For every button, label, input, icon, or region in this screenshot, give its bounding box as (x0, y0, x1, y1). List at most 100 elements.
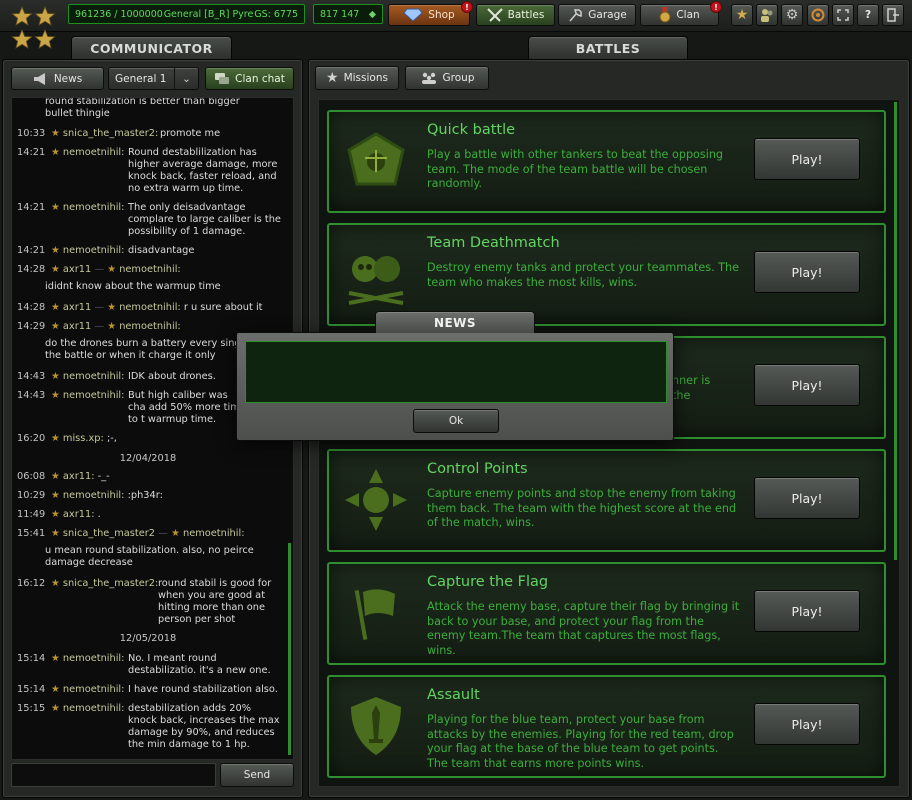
group-tab[interactable]: Group (405, 66, 489, 90)
experience-display: 961236 / 1000000 General [B_R] Pyre GS: … (68, 4, 305, 24)
message-sender[interactable]: nemoetnihil: (63, 202, 125, 213)
friends-button[interactable] (756, 4, 778, 26)
flag-icon (354, 589, 395, 640)
mode-title: Team Deathmatch (427, 235, 560, 251)
help-button[interactable]: ? (857, 4, 879, 26)
message-sender[interactable]: axr11 (63, 264, 91, 275)
settings-button[interactable]: ⚙ (781, 4, 803, 26)
battle-mode-card-capture-the-flag[interactable]: Capture the Flag Attack the enemy base, … (327, 562, 886, 665)
chat-scrollbar[interactable] (288, 543, 291, 755)
message-recipient[interactable]: nemoetnihil: (119, 321, 181, 332)
battle-mode-card-control-points[interactable]: Control Points Capture enemy points and … (327, 449, 886, 552)
message-sender[interactable]: miss.xp: (63, 433, 104, 444)
battle-mode-card-assault[interactable]: Assault Playing for the blue team, prote… (327, 675, 886, 778)
message-sender[interactable]: nemoetnihil: (63, 653, 125, 664)
fullscreen-icon (837, 9, 849, 21)
message-time: 14:21 (17, 147, 46, 158)
favorites-button[interactable]: ★ (731, 4, 753, 26)
rank-icon: ★ (51, 147, 60, 158)
message-recipient[interactable]: nemoetnihil: (119, 264, 181, 275)
clan-button[interactable]: Clan ! (640, 1, 722, 26)
message-sender[interactable]: nemoetnihil: (63, 245, 125, 256)
message-sender[interactable]: nemoetnihil: (63, 703, 125, 714)
exit-button[interactable] (882, 4, 904, 26)
mode-description: Playing for the blue team, protect your … (427, 713, 734, 770)
star-icon (11, 28, 33, 49)
message-sender[interactable]: nemoetnihil: (63, 390, 125, 401)
news-dialog: Ok (236, 332, 674, 441)
sound-button[interactable] (807, 4, 829, 26)
star-icon (34, 28, 56, 49)
message-sender[interactable]: axr11: (63, 471, 95, 482)
rank-icon: ★ (51, 321, 60, 332)
rank-name: General [B_R] Pyre (163, 8, 254, 20)
send-button[interactable]: Send (220, 763, 294, 787)
message-text: round stabil is good for when you are go… (158, 578, 272, 625)
mode-title: Control Points (427, 461, 528, 477)
message-time: 14:28 (17, 264, 46, 275)
play-label: Play! (791, 603, 823, 619)
message-recipient[interactable]: nemoetnihil: (183, 528, 245, 539)
rank-icon: ★ (107, 302, 117, 313)
group-icon (421, 72, 436, 84)
rank-icon: ★ (51, 202, 60, 213)
rank-icon: ★ (51, 684, 60, 695)
crystals-display: 817 147 ◆ (313, 4, 383, 24)
message-time: 14:43 (17, 390, 46, 401)
play-button[interactable]: Play! (754, 364, 860, 406)
play-button[interactable]: Play! (754, 703, 860, 745)
news-tab[interactable]: News (11, 67, 104, 90)
rank-icon: ★ (107, 321, 117, 332)
shop-button[interactable]: Shop ! (388, 1, 473, 26)
message-recipient[interactable]: nemoetnihil: (119, 302, 181, 313)
news-content-area[interactable] (245, 341, 667, 403)
rank-icon: ★ (51, 390, 60, 401)
message-sender[interactable]: axr11 (63, 302, 91, 313)
message-sender[interactable]: nemoetnihil: (63, 371, 125, 382)
star-icon (11, 5, 33, 26)
message-time: 15:41 (17, 528, 46, 539)
message-sender[interactable]: snica_the_master2: (63, 578, 158, 589)
play-button[interactable]: Play! (754, 477, 860, 519)
battles-button[interactable]: Battles (476, 4, 555, 26)
rank-icon: ★ (51, 245, 60, 256)
rank-insignia (10, 5, 60, 52)
message-sender[interactable]: nemoetnihil: (63, 490, 125, 501)
message-time: 16:12 (17, 578, 46, 589)
chat-input-field[interactable] (11, 763, 216, 787)
message-sender[interactable]: nemoetnihil: (63, 147, 125, 158)
communicator-title: COMMUNICATOR (90, 41, 213, 56)
gear-score: GS: 6775 (254, 8, 298, 20)
channel-select[interactable]: General 1 ⌄ (108, 67, 199, 90)
message-sender[interactable]: snica_the_master2 (63, 528, 155, 539)
clan-chat-tab[interactable]: Clan chat (205, 67, 294, 90)
rank-icon: ★ (51, 703, 60, 714)
mode-description: Capture enemy points and stop the enemy … (427, 487, 737, 529)
message-text: . (97, 509, 101, 520)
message-sender[interactable]: snica_the_master2: (63, 128, 158, 139)
play-button[interactable]: Play! (754, 590, 860, 632)
missions-tab[interactable]: ★ Missions (315, 66, 399, 90)
clan-notification-badge: ! (710, 1, 722, 13)
news-dialog-title: NEWS (433, 315, 477, 330)
play-button[interactable]: Play! (754, 138, 860, 180)
message-sender[interactable]: axr11: (63, 509, 95, 520)
fullscreen-button[interactable] (832, 4, 854, 26)
garage-button[interactable]: Garage (558, 4, 636, 26)
message-sender[interactable]: nemoetnihil: (63, 684, 125, 695)
message-sender[interactable]: axr11 (63, 321, 91, 332)
send-label: Send (243, 769, 271, 781)
play-button[interactable]: Play! (754, 251, 860, 293)
rank-icon: ★ (51, 528, 60, 539)
battle-list-scrollbar[interactable] (894, 102, 897, 560)
experience-value: 961236 / 1000000 (75, 8, 163, 20)
message-text: But high caliber was cha add 50% more ti… (128, 390, 246, 425)
battle-mode-card-quick-battle[interactable]: Quick battle Play a battle with other ta… (327, 110, 886, 213)
rank-icon: ★ (51, 128, 60, 139)
rank-icon: ★ (51, 653, 60, 664)
news-ok-button[interactable]: Ok (413, 409, 499, 433)
rank-icon: ★ (107, 264, 117, 275)
news-tab-label: News (53, 72, 83, 85)
chat-date-separator: 12/04/2018 (119, 453, 177, 464)
rank-icon: ★ (51, 509, 60, 520)
